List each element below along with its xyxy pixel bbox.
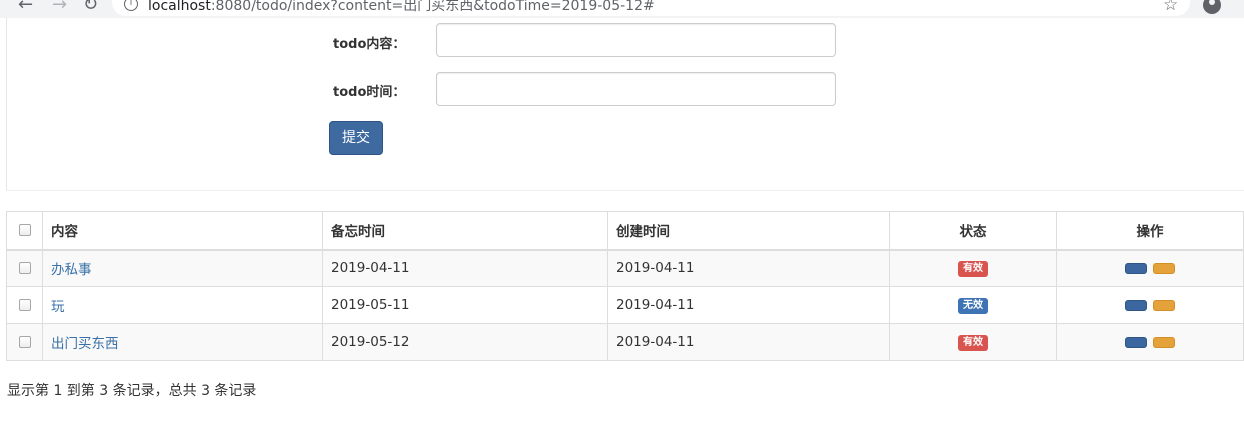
row-created-time: 2019-04-11: [607, 286, 890, 324]
table-row: 办私事 2019-04-11 2019-04-11 有效: [6, 249, 1244, 287]
status-badge: 有效: [958, 335, 988, 351]
address-bar-url: localhost:8080/todo/index?content=出门买东西&…: [148, 0, 655, 15]
row-select-cell: [6, 323, 43, 361]
row-status-cell: 有效: [889, 323, 1057, 361]
row-created-time: 2019-04-11: [607, 323, 890, 361]
select-all-cell: [6, 211, 43, 251]
header-operations: 操作: [1056, 211, 1244, 251]
header-created-time[interactable]: 创建时间: [607, 211, 890, 251]
todo-content-label: todo内容：: [333, 37, 406, 52]
row-select-cell: [6, 249, 43, 287]
row-memo-time: 2019-05-11: [322, 286, 608, 324]
table-row: 出门买东西 2019-05-12 2019-04-11 有效: [6, 323, 1244, 361]
address-bar[interactable]: i localhost:8080/todo/index?content=出门买东…: [112, 0, 1190, 16]
pagination-summary: 显示第 1 到第 3 条记录，总共 3 条记录: [7, 383, 257, 399]
row-status-cell: 有效: [889, 249, 1057, 287]
row-content-link[interactable]: 出门买东西: [51, 336, 119, 352]
arrow-right-icon[interactable]: →: [52, 0, 67, 15]
row-memo-time: 2019-04-11: [322, 249, 608, 287]
todo-content-input[interactable]: [436, 23, 836, 57]
row-memo-time: 2019-05-12: [322, 323, 608, 361]
divider: [6, 190, 1244, 191]
header-memo-time[interactable]: 备忘时间: [322, 211, 608, 251]
row-content-cell: 玩: [42, 286, 323, 324]
arrow-left-icon[interactable]: ←: [18, 0, 33, 15]
page-left-border: [6, 18, 7, 191]
row-created-time: 2019-04-11: [607, 249, 890, 287]
todo-time-input[interactable]: [436, 72, 836, 106]
header-status[interactable]: 状态: [889, 211, 1057, 251]
table-row: 玩 2019-05-11 2019-04-11 无效: [6, 286, 1244, 324]
row-checkbox[interactable]: [18, 299, 31, 311]
row-checkbox[interactable]: [18, 262, 31, 275]
edit-button[interactable]: [1124, 262, 1147, 274]
todo-table: 内容 备忘时间 创建时间 状态 操作 办私事 2019-04-11 2019-0…: [6, 211, 1244, 361]
row-operations-cell: [1056, 286, 1244, 324]
url-host: localhost: [148, 0, 211, 14]
edit-button[interactable]: [1124, 299, 1147, 311]
edit-button[interactable]: [1124, 336, 1147, 348]
row-content-cell: 出门买东西: [42, 323, 323, 361]
delete-button[interactable]: [1153, 299, 1176, 311]
row-select-cell: [6, 286, 43, 324]
status-badge: 有效: [958, 261, 988, 278]
delete-button[interactable]: [1153, 262, 1176, 274]
table-header-row: 内容 备忘时间 创建时间 状态 操作: [6, 211, 1244, 251]
todo-time-label: todo时间：: [333, 85, 406, 100]
account-icon[interactable]: [1203, 0, 1221, 14]
info-icon[interactable]: i: [124, 0, 138, 11]
star-icon[interactable]: ☆: [1163, 0, 1178, 15]
reload-icon[interactable]: ↻: [83, 0, 98, 15]
row-operations-cell: [1056, 323, 1244, 361]
header-content[interactable]: 内容: [42, 211, 323, 251]
select-all-checkbox[interactable]: [18, 224, 31, 237]
browser-toolbar: ← → ↻ i localhost:8080/todo/index?conten…: [0, 0, 1244, 18]
row-operations-cell: [1056, 249, 1244, 287]
row-checkbox[interactable]: [18, 336, 31, 348]
row-status-cell: 无效: [889, 286, 1057, 324]
url-path: :8080/todo/index?content=出门买东西&todoTime=…: [210, 0, 655, 14]
status-badge: 无效: [958, 298, 988, 314]
row-content-link[interactable]: 玩: [51, 299, 65, 315]
row-content-cell: 办私事: [42, 249, 323, 287]
submit-button[interactable]: 提交: [329, 121, 383, 155]
delete-button[interactable]: [1153, 336, 1176, 348]
row-content-link[interactable]: 办私事: [51, 262, 92, 278]
